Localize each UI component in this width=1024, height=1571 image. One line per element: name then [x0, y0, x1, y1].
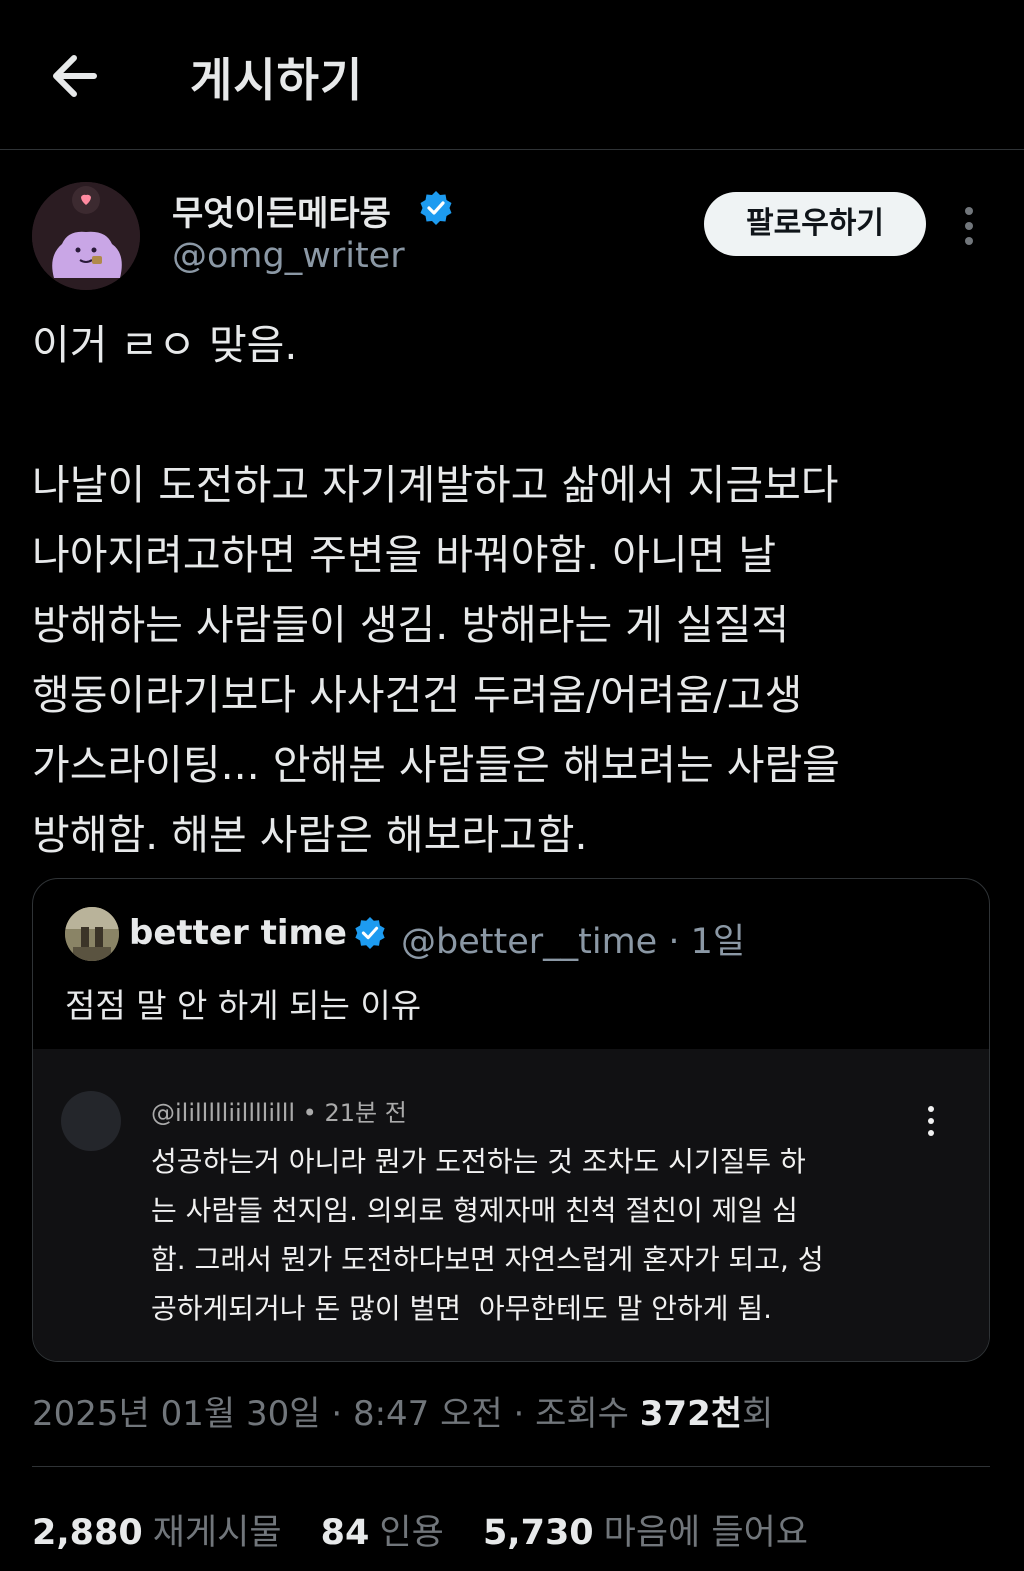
quoted-author-handle: @better__time — [401, 922, 658, 962]
top-bar: 게시하기 — [0, 0, 1024, 150]
comment-time: 21분 전 — [324, 1099, 407, 1127]
post-date[interactable]: 2025년 01월 30일 — [32, 1394, 321, 1434]
reposts-count: 2,880 — [32, 1513, 143, 1553]
likes-stat[interactable]: 5,730 마음에 들어요 — [483, 1504, 808, 1555]
more-options-icon[interactable] — [952, 202, 986, 250]
likes-count: 5,730 — [482, 1513, 594, 1553]
quoted-author-meta: @better__time · 1일 — [401, 922, 746, 962]
comment-more-icon — [917, 1101, 945, 1141]
quoted-post-card[interactable]: better time @better__time · 1일 점점 말 안 하게… — [32, 878, 990, 1362]
page-title: 게시하기 — [190, 53, 364, 107]
quoted-verified-badge-icon — [353, 916, 387, 950]
reposts-label: 재게시물 — [152, 1513, 282, 1553]
follow-button[interactable]: 팔로우하기 — [704, 192, 926, 256]
post-time[interactable]: 8:47 오전 — [353, 1394, 503, 1434]
quotes-stat[interactable]: 84 인용 — [321, 1504, 444, 1555]
quoted-post-text: 점점 말 안 하게 되는 이유 — [65, 986, 422, 1025]
verified-badge-icon — [418, 190, 454, 226]
post-text: 이거 ㄹㅇ 맞음. 나날이 도전하고 자기계발하고 삶에서 지금보다 나아지려고… — [32, 321, 840, 859]
comment-text: 성공하는거 아니라 뭔가 도전하는 것 조차도 시기질투 하 는 사람들 천지임… — [151, 1145, 824, 1325]
quotes-label: 인용 — [379, 1513, 444, 1553]
embedded-comment-screenshot: @ilillllliillllilll • 21분 전 성공하는거 아니라 뭔가… — [33, 1049, 989, 1361]
author-avatar[interactable] — [32, 182, 140, 290]
back-arrow-icon[interactable] — [46, 48, 106, 104]
post-timestamp-row: 2025년 01월 30일 · 8:47 오전 · 조회수 372천회 — [32, 1394, 774, 1434]
author-handle[interactable]: @omg_writer — [172, 236, 405, 276]
quoted-author-avatar — [65, 907, 119, 961]
divider — [32, 1466, 990, 1467]
likes-label: 마음에 들어요 — [603, 1513, 808, 1553]
quotes-count: 84 — [320, 1513, 370, 1553]
views-suffix: 회 — [742, 1394, 774, 1434]
comment-meta: @ilillllliillllilll • 21분 전 — [151, 1099, 407, 1127]
views-label: 조회수 — [535, 1394, 629, 1434]
author-display-name[interactable]: 무엇이든메타몽 — [172, 186, 391, 235]
comment-username: @ilillllliillllilll — [151, 1099, 296, 1127]
quoted-author-name: better time — [129, 913, 347, 953]
reposts-stat[interactable]: 2,880 재게시물 — [32, 1504, 282, 1555]
engagement-stats: 2,880 재게시물 84 인용 5,730 마음에 들어요 — [32, 1504, 836, 1555]
views-count: 372천 — [639, 1394, 743, 1434]
comment-avatar — [61, 1091, 121, 1151]
quoted-post-time: 1일 — [690, 922, 746, 962]
